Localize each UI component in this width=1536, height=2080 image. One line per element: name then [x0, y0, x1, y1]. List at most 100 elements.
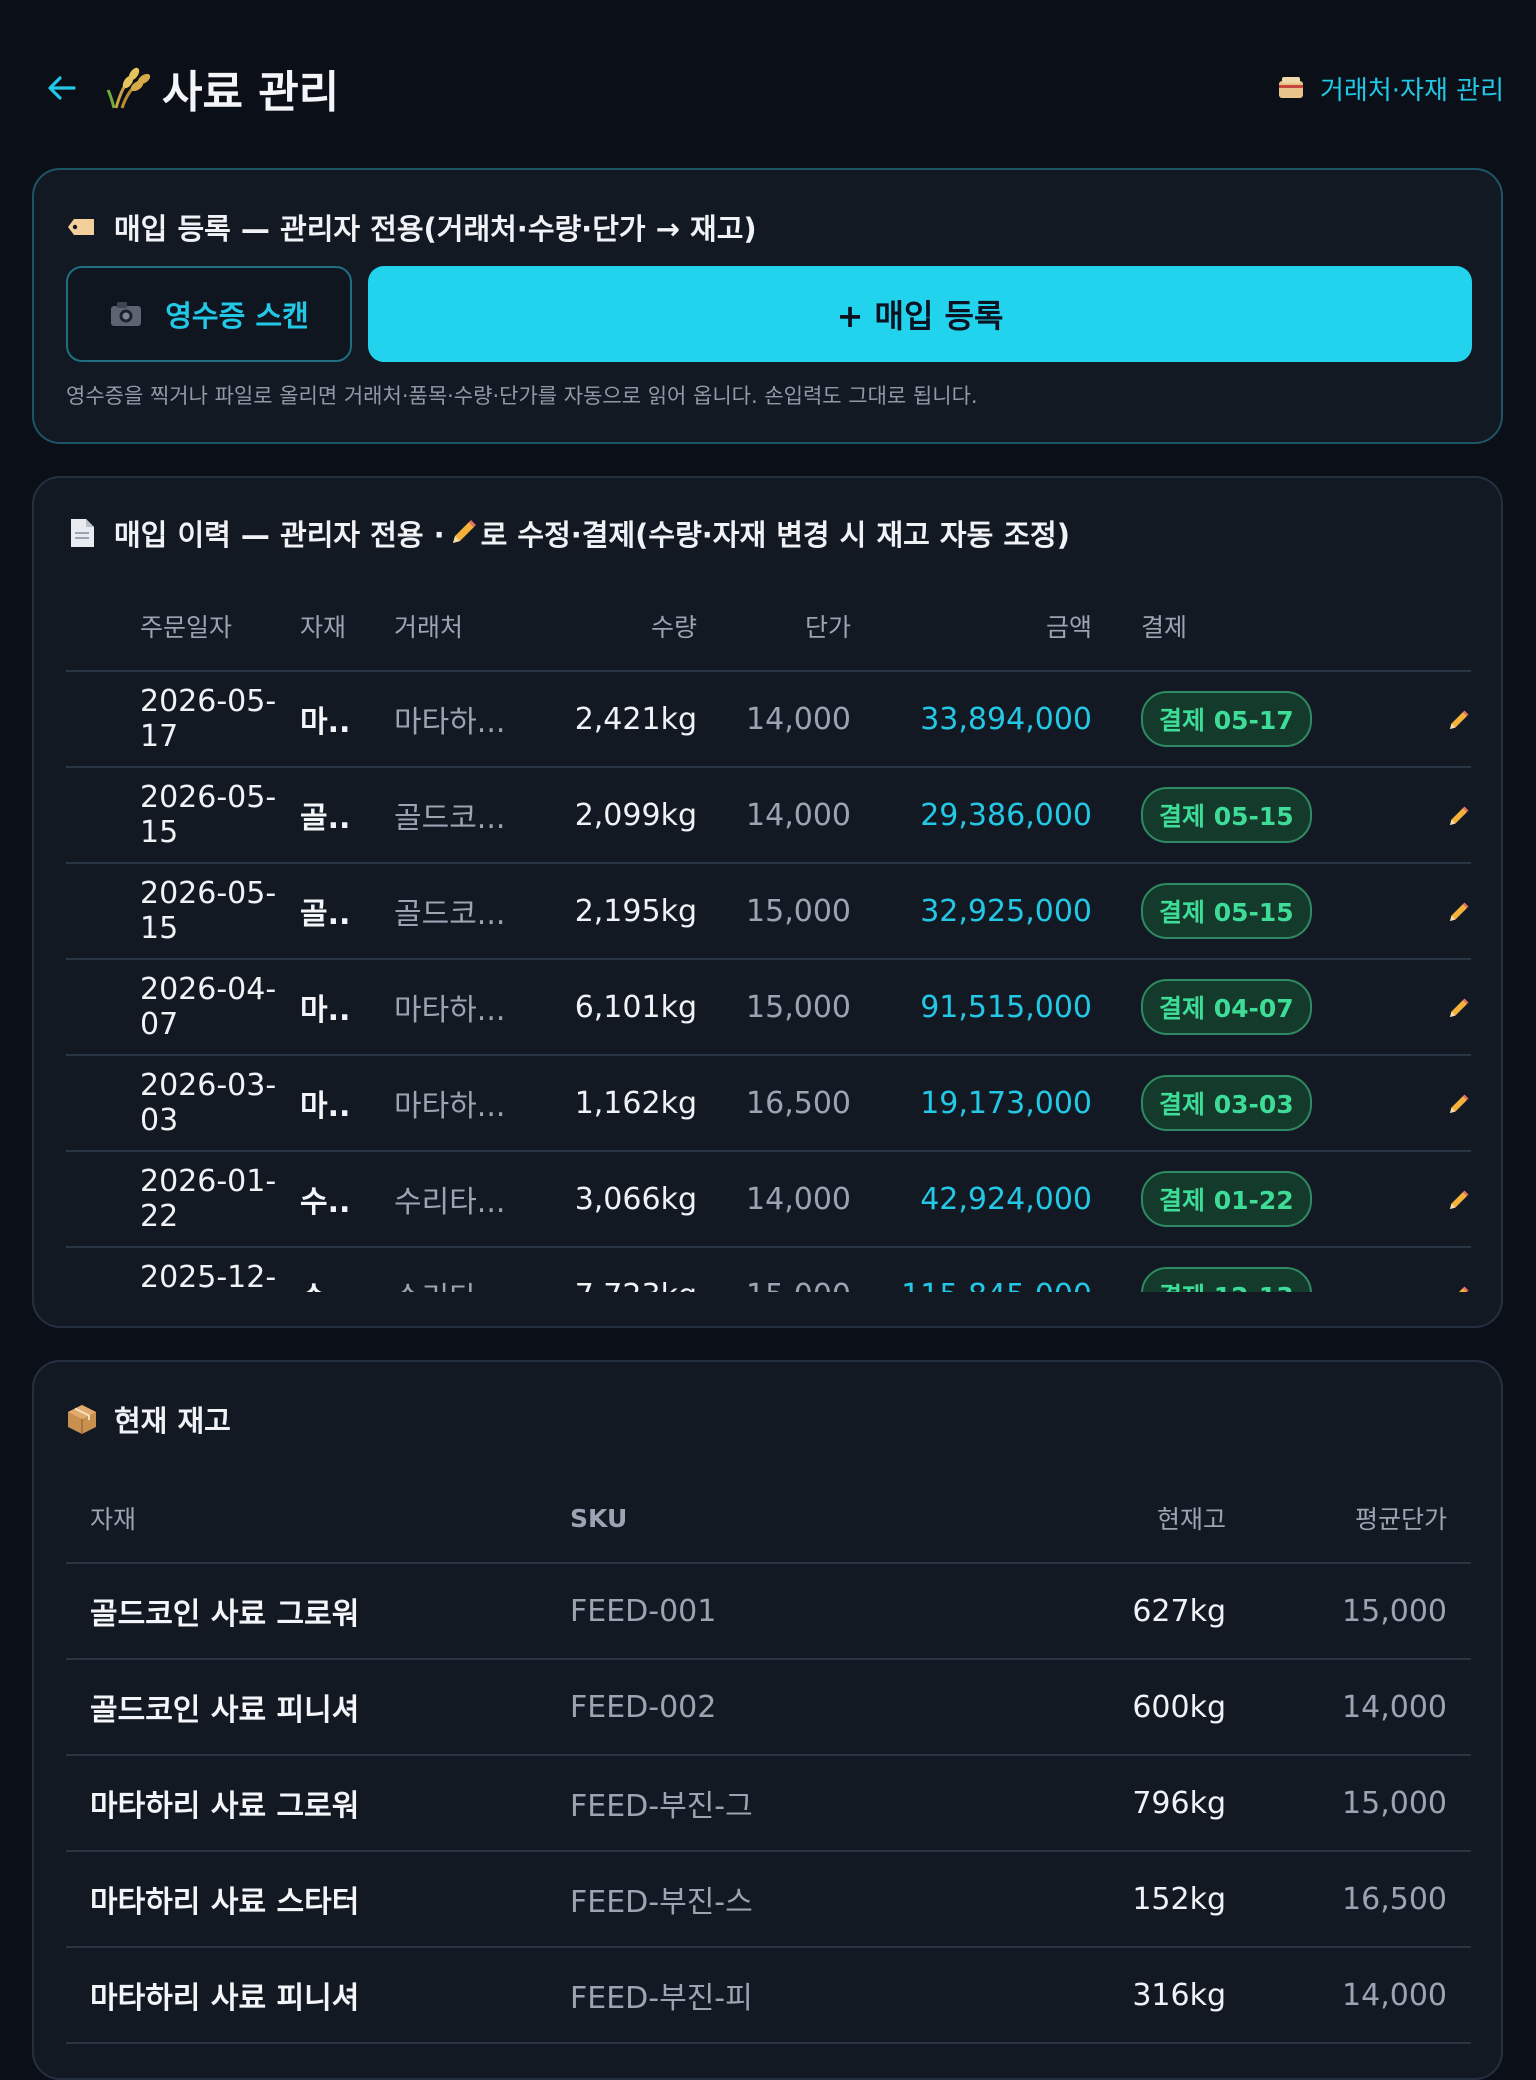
table-row: 2026-03-03 마.. 마타하... 1,162kg 16,500 19,173,0…: [66, 1056, 1471, 1152]
table-row: 2026-05-15 골.. 골드코... 2,099kg 14,000 29,386,0…: [66, 768, 1471, 864]
order-date: 2026-05-15: [140, 780, 277, 850]
unit-price: 15,000: [746, 989, 851, 1025]
stock-rows: 골드코인 사료 그로워 FEED-001 627kg 15,000 골드코인 사료 피니…: [66, 1564, 1471, 2044]
pencil-icon: [447, 517, 479, 549]
material: 마..: [300, 993, 351, 1028]
current-stock: 600kg: [1132, 1689, 1226, 1725]
material-name: 마타하리 사료 그로워: [90, 1789, 360, 1824]
material-name: 마타하리 사료 피니셔: [90, 1981, 360, 2016]
quantity: 6,101kg: [574, 989, 697, 1025]
sku: FEED-001: [570, 1593, 717, 1629]
package-icon: [66, 1403, 98, 1435]
material-name: 마타하리 사료 스타터: [90, 1885, 360, 1920]
payment-badge[interactable]: 결제 05-17: [1141, 691, 1312, 747]
pencil-icon: [1447, 702, 1471, 737]
column-header-date: 주문일자: [140, 613, 233, 642]
material: 수..: [300, 1273, 394, 1292]
pencil-icon: [1447, 1278, 1471, 1292]
payment-badge[interactable]: 결제 04-07: [1141, 979, 1312, 1035]
material-name: 골드코인 사료 피니셔: [90, 1693, 360, 1728]
quantity: 1,162kg: [574, 1085, 697, 1121]
average-price: 15,000: [1342, 1593, 1447, 1629]
table-row: 마타하리 사료 그로워 FEED-부진-그 796kg 15,000: [66, 1756, 1471, 1852]
pencil-icon: [1447, 798, 1471, 833]
current-stock-card: 현재 재고 자재 SKU 현재고 평균단가 골드코인 사료 그로워 FEED-00…: [32, 1360, 1503, 2080]
column-header-vendor: 거래처: [394, 613, 464, 642]
payment-badge[interactable]: 결제 12-13: [1141, 1267, 1312, 1292]
receipt-scan-button[interactable]: 영수증 스캔: [66, 266, 352, 362]
edit-button[interactable]: [1321, 798, 1471, 833]
average-price: 14,000: [1342, 1977, 1447, 2013]
material: 수..: [300, 1185, 351, 1220]
table-row: 골드코인 사료 피니셔 FEED-002 600kg 14,000: [66, 1660, 1471, 1756]
sku: FEED-부진-스: [570, 1885, 753, 1920]
material: 마..: [300, 1089, 351, 1124]
unit-price: 15,000: [746, 893, 851, 929]
pencil-icon: [1447, 894, 1471, 929]
arrow-left-icon: [48, 76, 76, 100]
quantity: 7,723kg: [522, 1278, 697, 1293]
purchase-help-text: 영수증을 찍거나 파일로 올리면 거래처·품목·수량·단가를 자동으로 읽어 옵…: [66, 384, 978, 408]
column-header-unit-price: 단가: [804, 613, 851, 642]
purchase-history-scroll[interactable]: 주문일자 자재 거래처 수량 단가 금액 결제 2026-05-17 마.. 마타하…: [66, 582, 1471, 1292]
edit-button[interactable]: [1321, 1278, 1471, 1292]
current-stock: 316kg: [1132, 1977, 1226, 2013]
vendor: 마타하...: [394, 1089, 506, 1124]
column-header-material: 자재: [300, 613, 347, 642]
table-row: 마타하리 사료 피니셔 FEED-부진-피 316kg 14,000: [66, 1948, 1471, 2044]
average-price: 15,000: [1342, 1785, 1447, 1821]
edit-button[interactable]: [1321, 702, 1471, 737]
add-purchase-button[interactable]: + 매입 등록: [368, 266, 1472, 362]
vendor-material-link[interactable]: 거래처·자재 관리: [1276, 70, 1504, 107]
back-button[interactable]: [40, 66, 84, 110]
vendor-material-link-label: 거래처·자재 관리: [1320, 75, 1504, 106]
card-index-icon: [1276, 73, 1306, 103]
table-row: 2026-04-07 마.. 마타하... 6,101kg 15,000 91,515,0…: [66, 960, 1471, 1056]
order-date: 2026-05-15: [140, 876, 277, 946]
purchase-history-rows: 2026-05-17 마.. 마타하... 2,421kg 14,000 33,894,0…: [66, 672, 1471, 1292]
average-price: 16,500: [1342, 1881, 1447, 1917]
table-row: 2026-05-17 마.. 마타하... 2,421kg 14,000 33,894,0…: [66, 672, 1471, 768]
column-header-average-price: 평균단가: [1354, 1505, 1447, 1534]
payment-badge[interactable]: 결제 05-15: [1141, 787, 1312, 843]
amount: 42,924,000: [920, 1181, 1092, 1217]
amount: 32,925,000: [920, 893, 1092, 929]
purchase-history-title: 매입 이력 — 관리자 전용 · 로 수정·결제(수량·자재 변경 시 재고 자…: [66, 512, 1070, 554]
table-row: 2026-01-22 수.. 수리타... 3,066kg 14,000 42,924,0…: [66, 1152, 1471, 1248]
column-header-payment: 결제: [1141, 613, 1188, 642]
order-date: 2026-01-22: [140, 1164, 277, 1234]
unit-price: 16,500: [746, 1085, 851, 1121]
sku: FEED-부진-그: [570, 1789, 753, 1824]
average-price: 14,000: [1342, 1689, 1447, 1725]
edit-button[interactable]: [1321, 1182, 1471, 1217]
page-title-text: 사료 관리: [162, 67, 340, 118]
unit-price: 15,000: [697, 1278, 851, 1293]
quantity: 2,099kg: [574, 797, 697, 833]
pencil-icon: [1447, 1086, 1471, 1121]
payment-badge[interactable]: 결제 05-15: [1141, 883, 1312, 939]
vendor: 골드코...: [394, 801, 506, 836]
payment-badge[interactable]: 결제 01-22: [1141, 1171, 1312, 1227]
table-row: 2026-05-15 골.. 골드코... 2,195kg 15,000 32,925,0…: [66, 864, 1471, 960]
stock-header-row: 자재 SKU 현재고 평균단가: [66, 1474, 1471, 1564]
order-date: 2026-04-07: [140, 972, 277, 1042]
vendor: 골드코...: [394, 897, 506, 932]
purchase-register-title: 매입 등록 — 관리자 전용(거래처·수량·단가 → 재고): [66, 206, 757, 248]
sku: FEED-부진-피: [570, 1981, 753, 2016]
sku: FEED-002: [570, 1689, 717, 1725]
current-stock-table: 자재 SKU 현재고 평균단가 골드코인 사료 그로워 FEED-001 627kg…: [66, 1474, 1471, 2044]
order-date: 2025-12-13: [140, 1260, 277, 1292]
edit-button[interactable]: [1321, 990, 1471, 1025]
page-header: 사료 관리 거래처·자재 관리: [0, 0, 1536, 176]
order-date: 2026-05-17: [140, 684, 277, 754]
pencil-icon: [1447, 990, 1471, 1025]
vendor: 수리타...: [394, 1185, 506, 1220]
payment-badge[interactable]: 결제 03-03: [1141, 1075, 1312, 1131]
material: 마..: [300, 705, 351, 740]
edit-button[interactable]: [1321, 1086, 1471, 1121]
quantity: 2,195kg: [574, 893, 697, 929]
amount: 33,894,000: [920, 701, 1092, 737]
edit-button[interactable]: [1321, 894, 1471, 929]
current-stock-title: 현재 재고: [66, 1398, 231, 1440]
current-stock: 627kg: [1132, 1593, 1226, 1629]
